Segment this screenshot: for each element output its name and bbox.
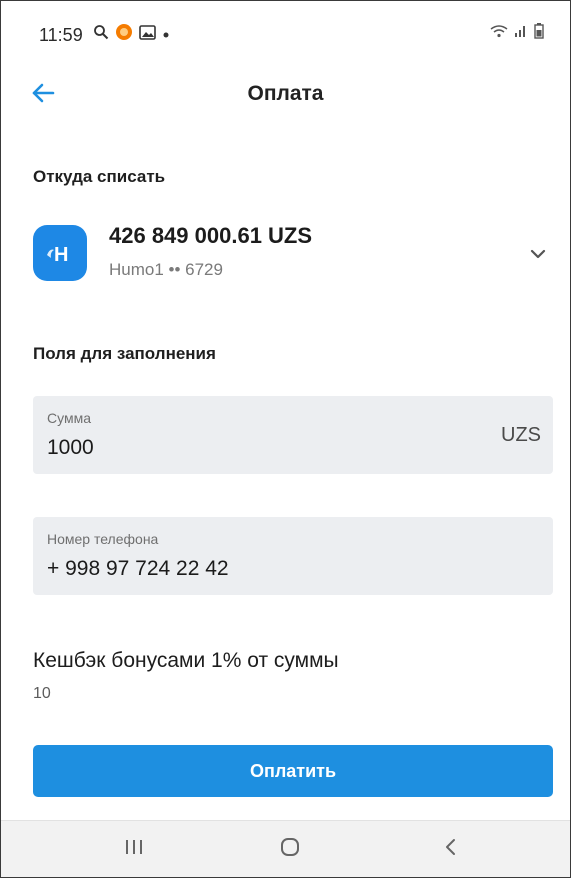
- logo-letter: H: [54, 244, 68, 266]
- pay-button[interactable]: Оплатить: [33, 745, 553, 797]
- recent-apps-icon: [123, 838, 145, 861]
- humo-logo: H: [33, 225, 87, 281]
- system-nav-bar: [1, 820, 570, 877]
- phone-field-label: Номер телефона: [47, 531, 159, 547]
- home-button[interactable]: [265, 833, 315, 865]
- chevron-left-icon: [443, 837, 459, 862]
- amount-field-value[interactable]: 1000: [47, 436, 94, 460]
- amount-field[interactable]: Сумма 1000 UZS: [33, 396, 553, 474]
- recent-apps-button[interactable]: [109, 833, 159, 865]
- app-notification-icon: [115, 23, 133, 46]
- cashback-value: 10: [33, 685, 51, 702]
- status-icons-right: [490, 23, 544, 44]
- source-account-selector[interactable]: H 426 849 000.61 UZS Humo1 •• 6729: [33, 215, 553, 295]
- nav-back-button[interactable]: [426, 833, 476, 865]
- source-section-label: Откуда списать: [33, 167, 166, 186]
- home-icon: [279, 836, 301, 863]
- phone-field[interactable]: Номер телефона + 998 97 724 22 42: [33, 517, 553, 595]
- signal-icon: [514, 24, 528, 43]
- amount-currency: UZS: [501, 424, 541, 446]
- wifi-icon: [490, 24, 508, 43]
- search-icon: [93, 24, 109, 45]
- status-time: 11:59: [39, 25, 83, 45]
- phone-screen: 11:59 Оплата Откуда списать H 426 849 00…: [0, 0, 571, 878]
- chevron-down-icon: [527, 243, 549, 265]
- page-title: Оплата: [247, 82, 324, 105]
- app-header: Оплата: [1, 63, 570, 129]
- account-balance: 426 849 000.61 UZS: [109, 223, 313, 248]
- battery-icon: [534, 23, 544, 44]
- dot-icon: [162, 26, 170, 44]
- account-card: Humo1 •• 6729: [109, 260, 223, 279]
- cashback-title: Кешбэк бонусами 1% от суммы: [33, 649, 339, 672]
- status-icons-left: [93, 23, 170, 46]
- status-bar: 11:59: [1, 1, 570, 63]
- gallery-icon: [139, 24, 156, 45]
- amount-field-label: Сумма: [47, 410, 91, 426]
- phone-field-value[interactable]: + 998 97 724 22 42: [47, 557, 229, 581]
- fields-section-label: Поля для заполнения: [33, 344, 216, 363]
